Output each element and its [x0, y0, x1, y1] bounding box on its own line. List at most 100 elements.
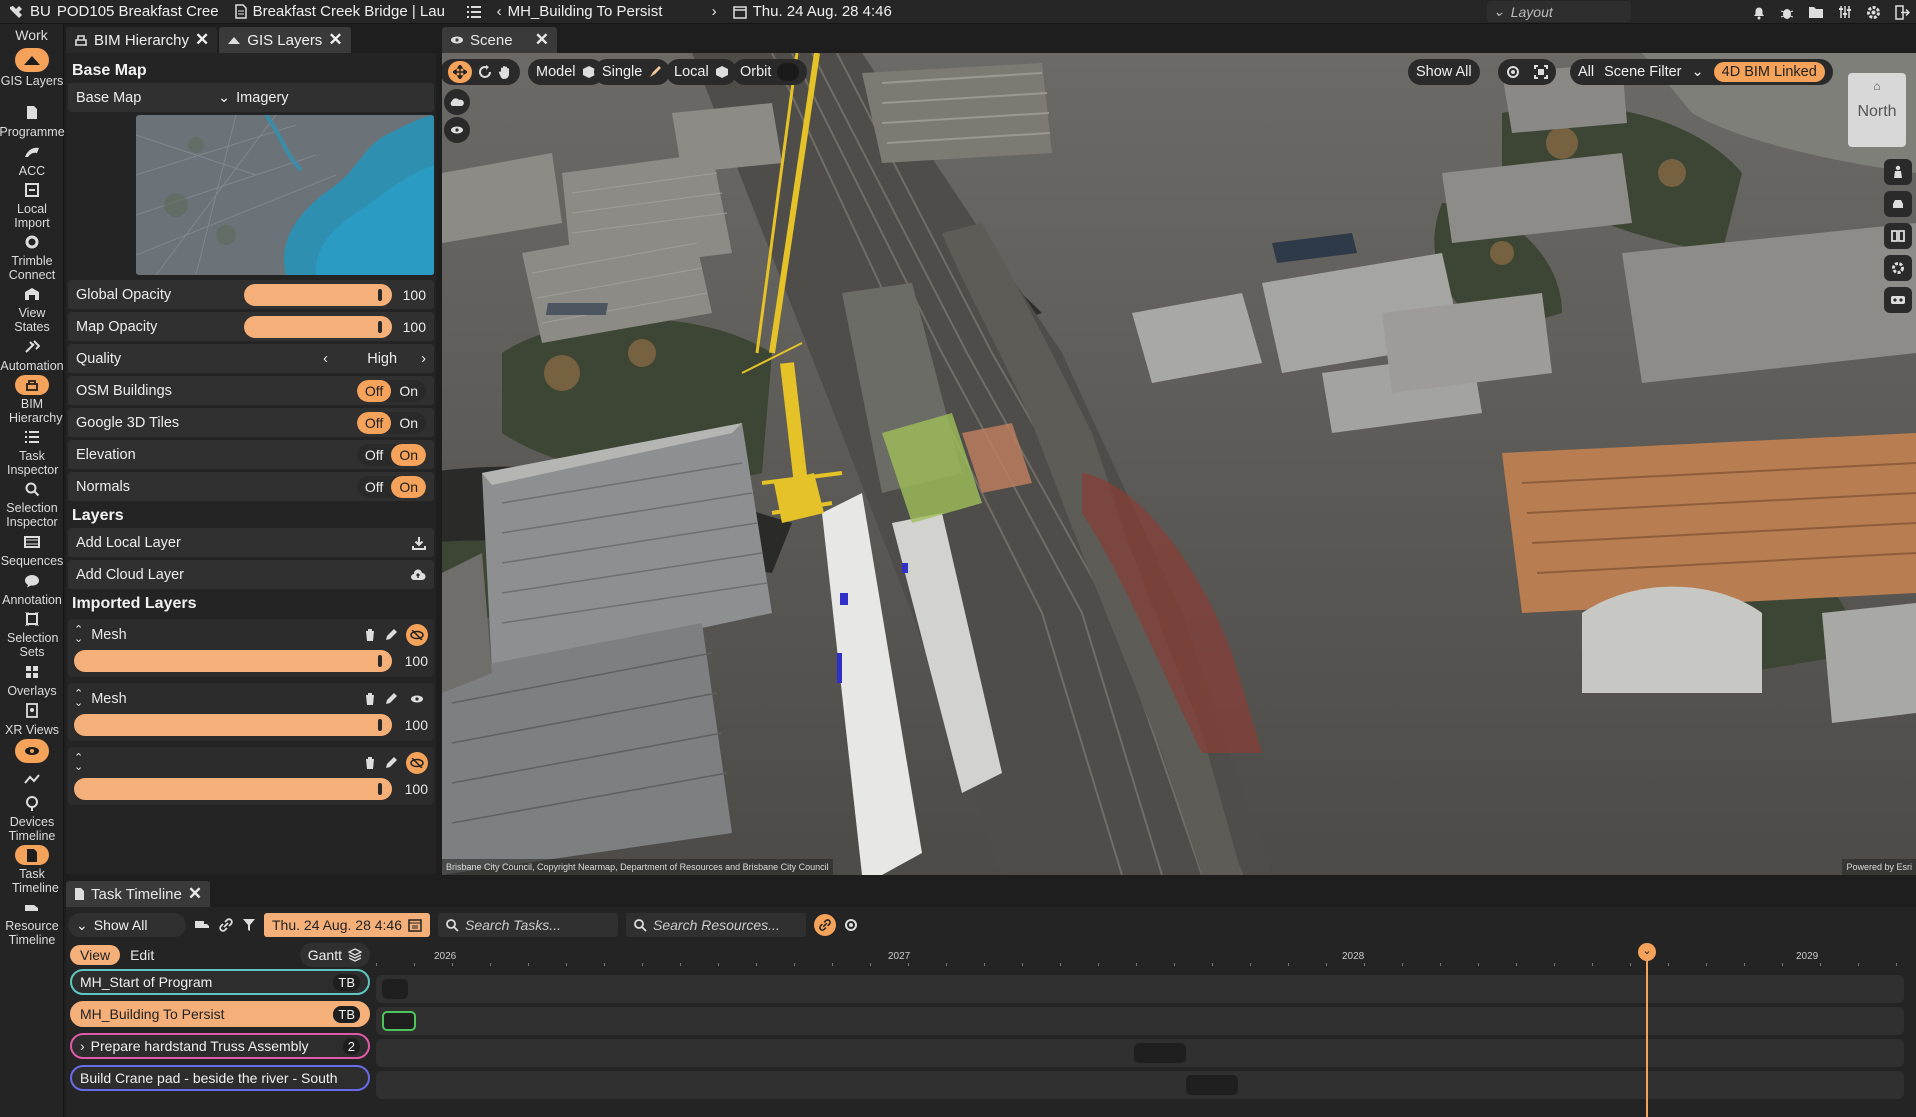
logout-icon[interactable]: [1895, 4, 1910, 20]
chevron-down-icon[interactable]: ⌄: [1692, 64, 1704, 80]
filter-icon[interactable]: [242, 918, 256, 932]
close-icon[interactable]: ✕: [328, 30, 342, 50]
bug-icon[interactable]: [1780, 5, 1794, 20]
single-button[interactable]: Single: [594, 59, 671, 85]
all-filter[interactable]: All: [1578, 64, 1594, 80]
show-all-dropdown[interactable]: ⌄ Show All: [68, 913, 186, 937]
link-toggle-icon[interactable]: [814, 914, 836, 936]
rail-item-resource-timeline[interactable]: Resource Timeline: [0, 895, 64, 947]
toggle-on[interactable]: On: [391, 412, 426, 434]
tab-task-timeline[interactable]: Task Timeline ✕: [66, 881, 211, 907]
global-opacity-slider[interactable]: [244, 283, 392, 306]
rail-item-trimble-connect[interactable]: Trimble Connect: [0, 230, 64, 282]
sliders-icon[interactable]: [1838, 5, 1852, 19]
pencil-icon[interactable]: [384, 692, 398, 706]
add-cloud-layer-row[interactable]: Add Cloud Layer: [68, 560, 434, 589]
base-map-select[interactable]: ⌄ Imagery: [218, 90, 289, 106]
layers-toggle-icon[interactable]: [444, 89, 470, 115]
rail-item-task-inspector[interactable]: Task Inspector: [0, 425, 64, 477]
rail-item-overlays[interactable]: Overlays: [0, 659, 64, 698]
bim-linked-badge[interactable]: 4D BIM Linked: [1713, 62, 1825, 82]
gantt-button[interactable]: Gantt: [299, 943, 370, 967]
current-time-marker[interactable]: [1646, 947, 1648, 1117]
rail-visibility-toggle[interactable]: [0, 737, 64, 767]
trash-icon[interactable]: [364, 692, 376, 706]
eye-off-icon[interactable]: [406, 752, 428, 774]
task-list-button[interactable]: [459, 0, 489, 24]
toggle-off[interactable]: Off: [356, 379, 392, 402]
vr-headset-icon[interactable]: [1884, 287, 1912, 313]
rail-item-gis-layers[interactable]: GIS Layers: [0, 46, 64, 100]
layout-selector[interactable]: ⌄ Layout: [1487, 1, 1631, 22]
reorder-icon[interactable]: ⌃ ⌄: [74, 753, 83, 773]
search-resources-input[interactable]: Search Resources...: [626, 913, 806, 937]
scene-filter-label[interactable]: Scene Filter: [1604, 64, 1681, 80]
pencil-icon[interactable]: [384, 628, 398, 642]
reorder-icon[interactable]: ⌃ ⌄: [74, 689, 83, 709]
chevron-left-icon[interactable]: ‹: [497, 3, 502, 20]
map-opacity-slider[interactable]: [244, 315, 392, 338]
toggle-off[interactable]: Off: [356, 411, 392, 434]
eye-off-icon[interactable]: [406, 624, 428, 646]
close-icon[interactable]: ✕: [535, 30, 549, 50]
org-menu[interactable]: BU POD105 Breakfast Cree: [0, 0, 227, 24]
person-icon[interactable]: [1884, 159, 1912, 185]
rail-item-local-import[interactable]: Local Import: [0, 178, 64, 230]
elevation-toggle[interactable]: Off On: [356, 443, 426, 466]
truck-icon[interactable]: [194, 919, 210, 931]
rail-item-programme[interactable]: Programme: [0, 100, 65, 139]
add-local-layer-row[interactable]: Add Local Layer: [68, 528, 434, 557]
date-display[interactable]: Thu. 24 Aug. 28 4:46: [725, 0, 900, 24]
current-time-handle[interactable]: ⌄: [1638, 943, 1656, 961]
layer-opacity-slider[interactable]: [74, 778, 392, 800]
settings-icon[interactable]: [1884, 255, 1912, 281]
visibility-icon[interactable]: [444, 117, 470, 143]
toggle-on[interactable]: On: [391, 380, 426, 402]
rail-item-task-timeline[interactable]: Task Timeline: [0, 843, 64, 895]
base-map-thumbnail[interactable]: [136, 115, 434, 275]
view-mode-button[interactable]: View: [70, 945, 121, 965]
gantt-bar[interactable]: [382, 979, 408, 999]
tab-bim-hierarchy[interactable]: BIM Hierarchy ✕: [66, 27, 218, 53]
chevron-left-icon[interactable]: ‹: [323, 351, 343, 367]
pencil-icon[interactable]: [384, 756, 398, 770]
rotate-icon[interactable]: [478, 65, 492, 79]
search-tasks-input[interactable]: Search Tasks...: [438, 913, 618, 937]
north-compass[interactable]: ⌂ North: [1848, 73, 1906, 147]
task-navigator[interactable]: ‹ MH_Building To Persist ›: [489, 0, 725, 24]
tab-scene[interactable]: Scene ✕: [442, 27, 557, 53]
task-row[interactable]: MH_Start of Program TB: [70, 969, 370, 995]
reorder-icon[interactable]: ⌃ ⌄: [74, 625, 83, 645]
rail-item-selection-sets[interactable]: Selection Sets: [0, 607, 64, 659]
layer-opacity-slider[interactable]: [74, 714, 392, 736]
rail-item-automation[interactable]: Automation: [0, 334, 64, 373]
close-icon[interactable]: ✕: [188, 884, 202, 904]
rail-item-acc[interactable]: ACC: [0, 139, 64, 178]
chevron-right-icon[interactable]: ›: [80, 1038, 85, 1054]
book-icon[interactable]: [1884, 223, 1912, 249]
car-icon[interactable]: [1884, 191, 1912, 217]
folder-icon[interactable]: [1808, 6, 1824, 19]
close-icon[interactable]: ✕: [195, 30, 209, 50]
osm-buildings-toggle[interactable]: Off On: [356, 379, 426, 402]
link-icon[interactable]: [218, 917, 234, 933]
rail-item-selection-inspector[interactable]: Selection Inspector: [0, 477, 64, 529]
date-picker[interactable]: Thu. 24 Aug. 28 4:46: [264, 913, 430, 937]
gantt-bar[interactable]: [1134, 1043, 1186, 1063]
toggle-off[interactable]: Off: [357, 444, 391, 466]
bell-icon[interactable]: [1752, 5, 1766, 20]
model-button[interactable]: Model: [528, 59, 604, 85]
hand-icon[interactable]: [498, 65, 512, 79]
gantt-bar[interactable]: [1186, 1075, 1238, 1095]
fit-view-icon[interactable]: [1534, 65, 1548, 79]
layer-opacity-slider[interactable]: [74, 650, 392, 672]
document-menu[interactable]: Breakfast Creek Bridge | Lau: [227, 0, 459, 24]
rail-item-xr-views[interactable]: XR Views: [0, 698, 64, 737]
rail-item-devices-timeline[interactable]: Devices Timeline: [0, 791, 64, 843]
trash-icon[interactable]: [364, 628, 376, 642]
toggle-on[interactable]: On: [391, 443, 426, 466]
toggle-off[interactable]: Off: [357, 476, 391, 498]
task-row[interactable]: › Prepare hardstand Truss Assembly 2: [70, 1033, 370, 1059]
rail-item-bim-hierarchy[interactable]: BIM Hierarchy: [0, 373, 64, 425]
show-all-button[interactable]: Show All: [1408, 59, 1480, 85]
